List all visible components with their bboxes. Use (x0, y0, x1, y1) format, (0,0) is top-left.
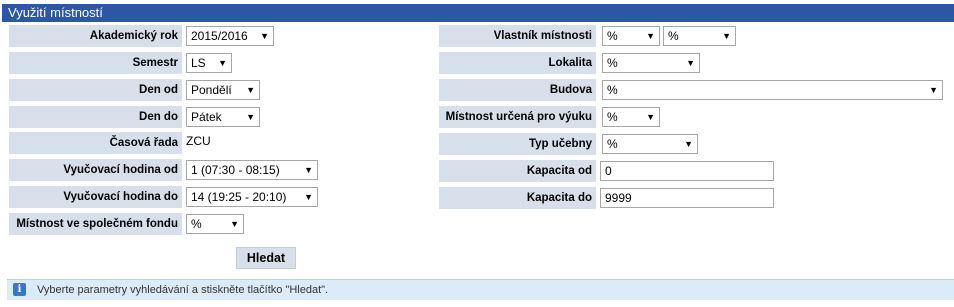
capacity-from-input[interactable]: 0 (600, 161, 774, 181)
time-series-value: ZCU (186, 134, 211, 148)
info-bar: i Vyberte parametry vyhledávání a stiskn… (7, 279, 954, 300)
dropdown-arrow-icon: ▼ (929, 85, 938, 95)
building-select[interactable]: % ▼ (602, 80, 943, 100)
classroom-type-label: Typ učebny (439, 133, 596, 155)
academic-year-label: Akademický rok (9, 25, 182, 47)
semester-label: Semestr (9, 52, 182, 74)
dropdown-arrow-icon: ▼ (218, 58, 227, 68)
dropdown-arrow-icon: ▼ (260, 31, 269, 41)
info-text: Vyberte parametry vyhledávání a stisknět… (37, 284, 329, 296)
day-to-select[interactable]: Pátek ▼ (186, 107, 260, 127)
common-fund-label: Místnost ve společném fondu (9, 213, 182, 235)
common-fund-select[interactable]: % ▼ (186, 214, 244, 234)
dropdown-arrow-icon: ▼ (230, 219, 239, 229)
locality-label: Lokalita (439, 52, 596, 74)
dropdown-arrow-icon: ▼ (246, 112, 255, 122)
hour-to-label: Vyučovací hodina do (9, 186, 182, 208)
locality-select[interactable]: % ▼ (602, 53, 700, 73)
time-series-label: Časová řada (9, 132, 182, 154)
dropdown-arrow-icon: ▼ (246, 85, 255, 95)
classroom-type-select[interactable]: % ▼ (602, 134, 698, 154)
teaching-room-label: Místnost určená pro výuku (439, 106, 596, 128)
room-owner-select-1[interactable]: % ▼ (602, 26, 660, 46)
dropdown-arrow-icon: ▼ (304, 165, 313, 175)
teaching-room-select[interactable]: % ▼ (602, 107, 660, 127)
search-button[interactable]: Hledat (236, 247, 296, 269)
dropdown-arrow-icon: ▼ (686, 58, 695, 68)
capacity-to-input[interactable]: 9999 (600, 188, 774, 208)
hour-to-select[interactable]: 14 (19:25 - 20:10) ▼ (186, 187, 318, 207)
semester-select[interactable]: LS ▼ (186, 53, 232, 73)
room-owner-label: Vlastník místnosti (439, 25, 596, 47)
hour-from-select[interactable]: 1 (07:30 - 08:15) ▼ (186, 160, 318, 180)
panel-title: Využití místností (2, 4, 954, 22)
info-icon: i (13, 283, 26, 296)
dropdown-arrow-icon: ▼ (722, 31, 731, 41)
capacity-from-label: Kapacita od (439, 160, 596, 182)
day-from-select[interactable]: Pondělí ▼ (186, 80, 260, 100)
dropdown-arrow-icon: ▼ (684, 139, 693, 149)
hour-from-label: Vyučovací hodina od (9, 159, 182, 181)
capacity-to-label: Kapacita do (439, 187, 596, 209)
day-from-label: Den od (9, 79, 182, 101)
dropdown-arrow-icon: ▼ (304, 192, 313, 202)
room-owner-select-2[interactable]: % ▼ (663, 26, 736, 46)
building-label: Budova (439, 79, 596, 101)
dropdown-arrow-icon: ▼ (646, 112, 655, 122)
day-to-label: Den do (9, 106, 182, 128)
dropdown-arrow-icon: ▼ (646, 31, 655, 41)
academic-year-select[interactable]: 2015/2016 ▼ (186, 26, 274, 46)
